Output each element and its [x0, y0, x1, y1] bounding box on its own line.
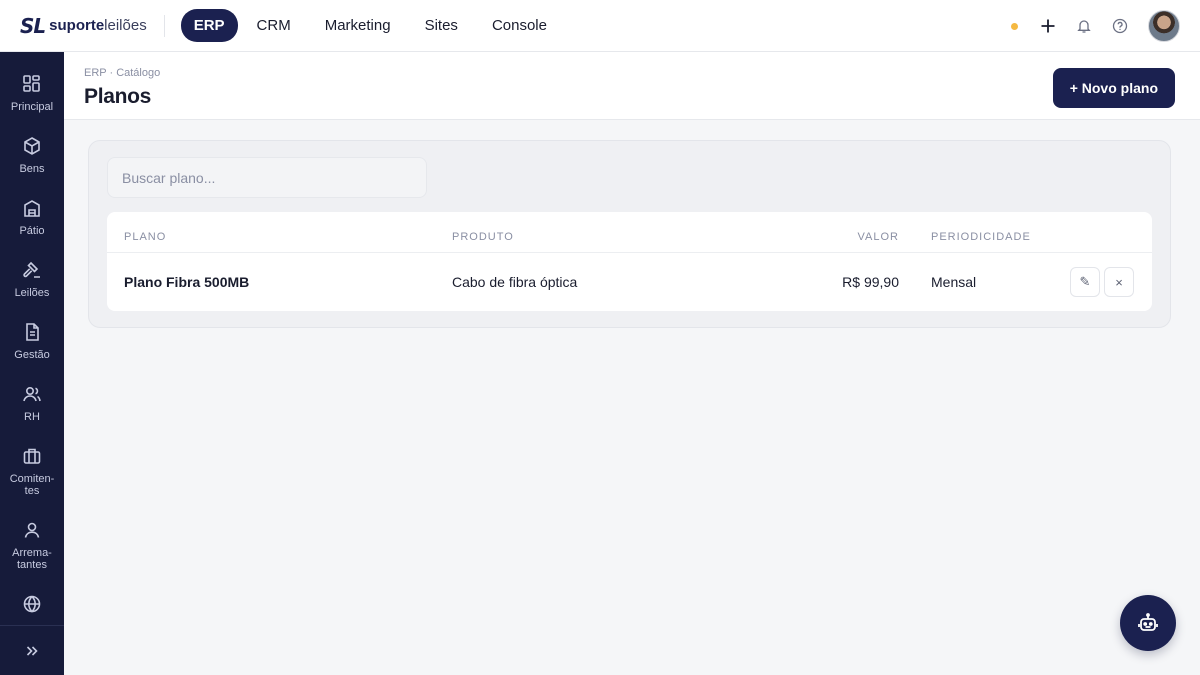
topnav-console[interactable]: Console	[477, 10, 562, 41]
cell-produto: Cabo de fibra óptica	[452, 274, 578, 290]
sidebar-label: Comiten- tes	[9, 473, 55, 497]
cell-periodicidade: Mensal	[931, 274, 977, 290]
sidebar-item-rh[interactable]: RH	[0, 384, 64, 423]
gavel-icon	[23, 261, 40, 278]
sidebar-label: Arrema- tantes	[12, 547, 52, 571]
sidebar-label: Gestão	[14, 349, 50, 361]
top-nav: ERP CRM Marketing Sites Console	[180, 9, 562, 42]
sidebar-item-patio[interactable]: Pátio	[0, 198, 64, 237]
top-actions	[1011, 0, 1180, 52]
column-header-produto: PRODUTO	[452, 231, 514, 243]
sidebar-label: Bens	[19, 163, 45, 175]
sidebar-item-principal[interactable]: Principal	[0, 74, 64, 113]
search-input[interactable]	[107, 157, 427, 198]
status-dot	[1011, 22, 1018, 30]
sidebar-label: Pátio	[19, 225, 45, 237]
users-icon	[23, 386, 41, 402]
user-icon	[24, 522, 40, 538]
plans-panel: PLANO PRODUTO VALOR PERIODICIDADE Plano …	[88, 140, 1171, 328]
close-icon: ×	[1115, 274, 1123, 290]
logo-mark: SL	[20, 13, 46, 38]
assistant-bot-button[interactable]	[1120, 595, 1176, 651]
brand-logo[interactable]: SL suporteleilões	[20, 0, 147, 52]
pencil-icon: ✎	[1079, 274, 1091, 289]
new-plan-button[interactable]: + Novo plano	[1052, 68, 1175, 108]
page-header: ERP · Catálogo Planos + Novo plano	[64, 52, 1200, 120]
delete-button[interactable]: ×	[1104, 267, 1134, 297]
warehouse-icon	[24, 200, 40, 217]
dashboard-icon	[23, 75, 40, 92]
column-header-valor: VALOR	[857, 231, 899, 243]
topnav-crm[interactable]: CRM	[242, 10, 306, 41]
sidebar: Principal Bens Pátio Leilões Gestão RH C…	[0, 52, 64, 675]
briefcase-icon	[23, 448, 41, 464]
box-icon	[24, 137, 40, 155]
topnav-erp[interactable]: ERP	[180, 9, 238, 42]
bell-icon[interactable]	[1076, 18, 1092, 34]
sidebar-item-bens[interactable]: Bens	[0, 136, 64, 175]
logo-text: suporteleilões	[49, 17, 147, 34]
document-icon	[26, 323, 39, 341]
sidebar-expand-button[interactable]	[0, 625, 64, 675]
sidebar-label: RH	[24, 411, 40, 423]
sidebar-item-comitentes[interactable]: Comiten- tes	[0, 446, 64, 497]
cell-valor: R$ 99,90	[842, 274, 899, 290]
sidebar-item-leiloes[interactable]: Leilões	[0, 260, 64, 299]
sidebar-label: Leilões	[14, 287, 50, 299]
help-icon[interactable]	[1112, 18, 1128, 34]
edit-button[interactable]: ✎	[1070, 267, 1100, 297]
topnav-sites[interactable]: Sites	[410, 10, 473, 41]
sidebar-item-arrematantes[interactable]: Arrema- tantes	[0, 520, 64, 571]
column-header-periodicidade: PERIODICIDADE	[931, 231, 1031, 243]
logo-divider	[163, 14, 165, 37]
sidebar-label: Principal	[10, 101, 54, 113]
user-avatar[interactable]	[1148, 10, 1180, 42]
topnav-marketing[interactable]: Marketing	[310, 10, 406, 41]
double-chevron-right-icon	[26, 645, 38, 656]
plans-table: PLANO PRODUTO VALOR PERIODICIDADE Plano …	[107, 212, 1152, 311]
top-bar: SL suporteleilões ERP CRM Marketing Site…	[0, 0, 1200, 52]
table-header-divider	[107, 252, 1152, 253]
column-header-plano: PLANO	[124, 231, 167, 243]
globe-icon	[23, 595, 41, 613]
robot-icon	[1138, 613, 1158, 631]
sidebar-item-sites[interactable]	[0, 594, 64, 614]
breadcrumb[interactable]: ERP · Catálogo	[84, 67, 160, 79]
sidebar-item-gestao[interactable]: Gestão	[0, 322, 64, 361]
plus-icon[interactable]	[1040, 18, 1056, 34]
cell-plano: Plano Fibra 500MB	[124, 274, 250, 290]
page-title: Planos	[84, 85, 152, 108]
